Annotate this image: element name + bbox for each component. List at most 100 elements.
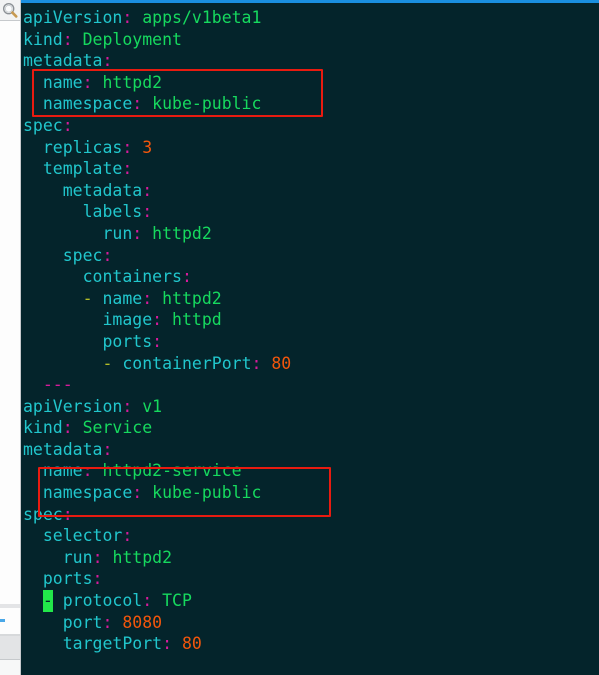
yaml-value: apps/v1beta1 bbox=[142, 8, 262, 27]
code-line[interactable]: port: 8080 bbox=[21, 612, 599, 634]
code-line[interactable]: targetPort: 80 bbox=[21, 633, 599, 655]
code-line[interactable]: metadata: bbox=[21, 439, 599, 461]
yaml-colon: : bbox=[152, 310, 163, 330]
yaml-colon: : bbox=[152, 331, 163, 351]
yaml-colon: : bbox=[82, 72, 93, 92]
code-line[interactable]: labels: bbox=[21, 201, 599, 223]
yaml-value: kube-public bbox=[152, 483, 262, 503]
yaml-colon: : bbox=[142, 288, 153, 308]
yaml-value: httpd2 bbox=[102, 72, 163, 92]
code-line[interactable]: ports: bbox=[21, 568, 599, 590]
code-line[interactable]: ports: bbox=[21, 331, 599, 353]
yaml-key: containers bbox=[82, 267, 182, 287]
code-line[interactable]: namespace: kube-public bbox=[21, 93, 599, 115]
yaml-colon: : bbox=[251, 353, 262, 373]
yaml-colon: : bbox=[132, 223, 143, 243]
yaml-colon: : bbox=[62, 504, 73, 524]
yaml-key: template bbox=[42, 159, 123, 179]
yaml-value: httpd2 bbox=[112, 547, 173, 567]
magnifier-icon bbox=[2, 2, 18, 18]
code-line[interactable]: spec: bbox=[21, 245, 599, 267]
code-line[interactable]: spec: bbox=[21, 504, 599, 526]
code-line[interactable]: run: httpd2 bbox=[21, 223, 599, 245]
yaml-value: httpd bbox=[172, 310, 222, 330]
yaml-key: apiVersion bbox=[23, 396, 123, 416]
yaml-key: labels bbox=[82, 202, 143, 222]
code-line[interactable]: - name: httpd2 bbox=[21, 288, 599, 310]
code-line[interactable]: --- bbox=[21, 374, 599, 396]
zoom-tool-button[interactable] bbox=[0, 0, 20, 21]
yaml-key: name bbox=[42, 461, 83, 481]
code-line[interactable]: - protocol: TCP bbox=[21, 590, 599, 612]
code-line[interactable]: template: bbox=[21, 158, 599, 180]
yaml-key: port bbox=[62, 612, 103, 632]
yaml-key: name bbox=[102, 288, 143, 308]
yaml-key: run bbox=[62, 547, 93, 567]
yaml-colon: : bbox=[132, 94, 143, 114]
code-line[interactable]: selector: bbox=[21, 525, 599, 547]
sidebar-panel-block[interactable] bbox=[0, 636, 20, 660]
code-line[interactable]: apiVersion: apps/v1beta1 bbox=[21, 7, 599, 29]
code-line[interactable]: kind: Service bbox=[21, 417, 599, 439]
code-line[interactable]: kind: Deployment bbox=[21, 29, 599, 51]
yaml-key: kind bbox=[23, 418, 63, 438]
yaml-key: containerPort bbox=[122, 353, 252, 373]
yaml-key: metadata bbox=[62, 180, 143, 200]
code-line[interactable]: name: httpd2-service bbox=[21, 460, 599, 482]
app-root: apiVersion: apps/v1beta1 kind: Deployment… bbox=[0, 0, 599, 675]
yaml-value: TCP bbox=[162, 591, 192, 611]
yaml-key: name bbox=[42, 72, 83, 92]
code-line[interactable]: replicas: 3 bbox=[21, 137, 599, 159]
yaml-colon: : bbox=[122, 526, 133, 546]
code-line[interactable]: metadata: bbox=[21, 50, 599, 72]
sidebar-footer bbox=[0, 660, 20, 675]
yaml-key: spec bbox=[62, 245, 103, 265]
yaml-key: kind bbox=[23, 29, 63, 49]
sidebar-marker bbox=[0, 619, 5, 622]
yaml-value: 3 bbox=[142, 137, 153, 157]
code-line[interactable]: spec: bbox=[21, 115, 599, 137]
code-line[interactable]: image: httpd bbox=[21, 309, 599, 331]
code-line[interactable]: apiVersion: v1 bbox=[21, 396, 599, 418]
yaml-value: Deployment bbox=[82, 29, 182, 49]
code-editor[interactable]: apiVersion: apps/v1beta1 kind: Deployment… bbox=[21, 0, 599, 675]
code-line[interactable]: name: httpd2 bbox=[21, 72, 599, 94]
yaml-list-dash: - bbox=[102, 353, 123, 373]
code-line[interactable]: metadata: bbox=[21, 180, 599, 202]
yaml-source[interactable]: apiVersion: apps/v1beta1 kind: Deployment… bbox=[21, 3, 599, 655]
yaml-colon: : bbox=[102, 612, 113, 632]
yaml-colon: : bbox=[132, 483, 143, 503]
yaml-key: protocol bbox=[62, 591, 143, 611]
yaml-colon: : bbox=[82, 461, 93, 481]
yaml-colon: : bbox=[142, 591, 153, 611]
yaml-value: Service bbox=[82, 418, 153, 438]
yaml-value: 80 bbox=[271, 353, 292, 373]
yaml-document-separator: --- bbox=[42, 375, 73, 395]
yaml-colon: : bbox=[102, 51, 113, 71]
code-line[interactable]: containers: bbox=[21, 266, 599, 288]
yaml-key: spec bbox=[23, 115, 63, 135]
code-line[interactable]: - containerPort: 80 bbox=[21, 353, 599, 375]
yaml-key: namespace bbox=[42, 94, 133, 114]
yaml-key: metadata bbox=[23, 439, 103, 459]
yaml-colon: : bbox=[181, 267, 192, 287]
code-line[interactable]: run: httpd2 bbox=[21, 547, 599, 569]
yaml-value: v1 bbox=[142, 396, 163, 416]
code-line[interactable]: namespace: kube-public bbox=[21, 482, 599, 504]
